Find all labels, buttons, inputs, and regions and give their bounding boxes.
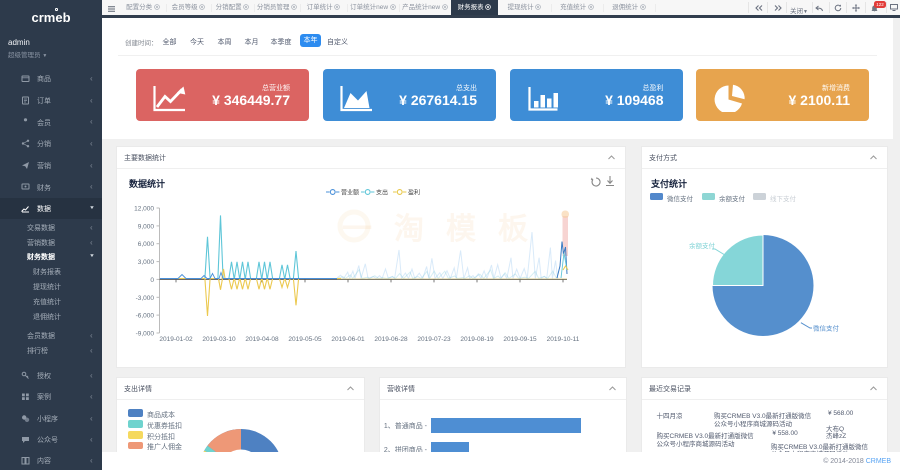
svg-text:微信支付: 微信支付 (813, 324, 840, 333)
svg-text:-9,000: -9,000 (136, 331, 155, 338)
svg-text:-3,000: -3,000 (136, 295, 155, 302)
svg-text:2019-04-08: 2019-04-08 (245, 336, 279, 343)
svg-text:2019-01-02: 2019-01-02 (159, 336, 193, 343)
svg-text:2019-07-23: 2019-07-23 (417, 336, 451, 343)
svg-text:9,000: 9,000 (138, 223, 155, 230)
svg-text:一淘模板: 一淘模板 (342, 213, 550, 246)
svg-text:2019-10-11: 2019-10-11 (547, 336, 580, 343)
svg-text:余额支付: 余额支付 (689, 241, 716, 250)
svg-text:0: 0 (150, 277, 154, 284)
svg-text:营业额: 营业额 (341, 189, 359, 197)
svg-text:盈利: 盈利 (408, 189, 420, 197)
svg-text:3,000: 3,000 (138, 259, 155, 266)
svg-text:12,000: 12,000 (134, 206, 154, 213)
svg-text:2019-05-05: 2019-05-05 (288, 336, 322, 343)
svg-text:2019-08-19: 2019-08-19 (460, 336, 494, 343)
svg-text:2019-06-28: 2019-06-28 (374, 336, 408, 343)
svg-text:支出: 支出 (376, 189, 388, 197)
svg-text:-6,000: -6,000 (136, 313, 155, 320)
svg-text:2019-09-15: 2019-09-15 (503, 336, 537, 343)
svg-text:2019-06-01: 2019-06-01 (331, 336, 365, 343)
svg-text:2019-03-10: 2019-03-10 (202, 336, 236, 343)
svg-text:6,000: 6,000 (138, 241, 155, 248)
